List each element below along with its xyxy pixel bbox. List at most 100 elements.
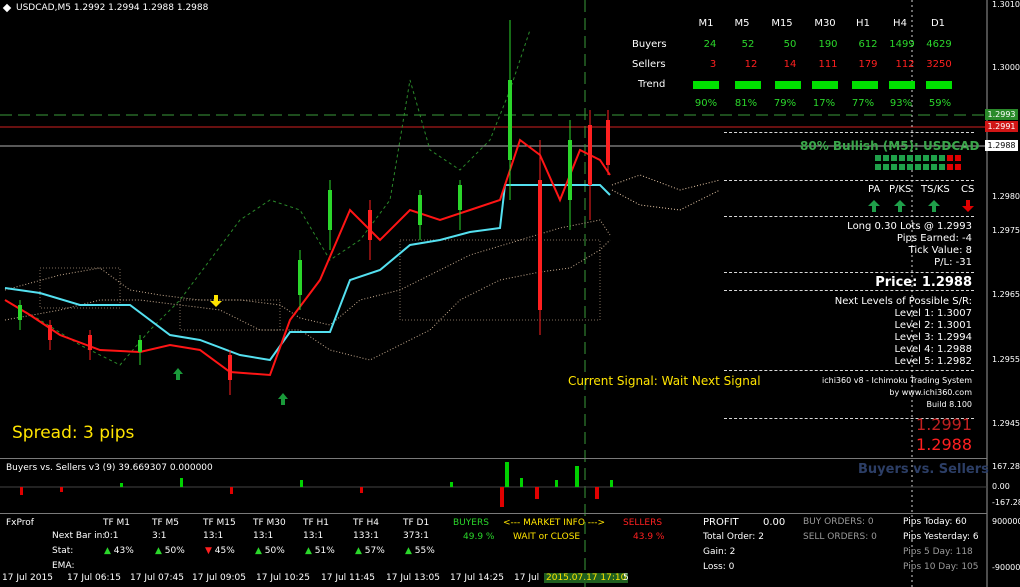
- sell-orders: SELL ORDERS: 0: [803, 532, 877, 542]
- tf-label: TF M15: [203, 518, 236, 528]
- tf-label: TF M1: [103, 518, 131, 528]
- fxprof-axis: -9000000: [992, 563, 1020, 572]
- time-axis-label: 17 Jul 13:05: [386, 573, 440, 583]
- level-item: Level 2: 1.3001: [894, 320, 972, 331]
- trend-bar: [812, 81, 838, 89]
- price-axis-label: 1.2945: [992, 419, 1020, 428]
- arrow-down-icon: ▼: [205, 546, 212, 556]
- level-item: Level 3: 1.2994: [894, 332, 972, 343]
- level-item: Level 1: 1.3007: [894, 308, 972, 319]
- buyers-value: 190: [818, 39, 838, 50]
- stat-value: ▲ 50%: [255, 546, 285, 556]
- system-site: by www.ichi360.com: [889, 388, 972, 397]
- current-price: Price: 1.2988: [875, 275, 972, 290]
- current-signal: Current Signal: Wait Next Signal: [568, 374, 761, 388]
- total-order: Total Order: 2: [703, 532, 764, 542]
- signal-label-pa: PA: [868, 184, 881, 195]
- levels-title: Next Levels of Possible S/R:: [834, 296, 972, 307]
- profit-label: PROFIT: [703, 517, 739, 528]
- buyers-value: 4629: [926, 39, 952, 50]
- pips-10-day: Pips 10 Day: 105: [903, 562, 979, 572]
- tf-label: TF H4: [353, 518, 380, 528]
- fxprof-axis: 9000000: [992, 517, 1020, 526]
- next-bar-value: 3:1: [152, 531, 167, 541]
- tf-header: H1: [856, 18, 870, 29]
- divider: [724, 272, 974, 273]
- sellers-label: Sellers: [632, 59, 666, 70]
- price-tag-bid: 1.2988: [985, 140, 1018, 151]
- sellers-value: 3250: [926, 59, 952, 70]
- price-axis-label: 1.3000: [992, 63, 1020, 72]
- buyers-label: Buyers: [632, 39, 667, 50]
- arrow-down-icon: [962, 200, 974, 212]
- sellers-percent: 43.9 %: [633, 532, 665, 542]
- tf-header: M1: [698, 18, 714, 29]
- divider: [724, 370, 974, 371]
- pips-yesterday: Pips Yesterday: 6: [903, 532, 979, 542]
- time-axis-label: 17 Jul 07:45: [130, 573, 184, 583]
- arrow-up-icon: ▲: [405, 546, 412, 556]
- stat-percent: 45%: [214, 546, 235, 556]
- indicator-watermark: Buyers vs. Sellers: [858, 462, 989, 477]
- tf-header: M15: [771, 18, 793, 29]
- trend-pct: 79%: [773, 98, 797, 109]
- trend-pct: 93%: [889, 98, 913, 109]
- tf-header: D1: [930, 18, 946, 29]
- chart-title: USDCAD,M5 1.2992 1.2994 1.2988 1.2988: [16, 3, 209, 13]
- trend-bar: [852, 81, 878, 89]
- arrow-up-icon: ▲: [305, 546, 312, 556]
- arrow-up-icon: [928, 200, 940, 212]
- stat-label: Stat:: [52, 546, 74, 556]
- trade-line: Long 0.30 Lots @ 1.2993: [847, 221, 972, 232]
- bid-price: 1.2988: [916, 435, 972, 454]
- fxprof-panel-top-border: [0, 513, 987, 514]
- arrow-up-icon: [894, 200, 906, 212]
- stat-percent: 55%: [414, 546, 435, 556]
- system-name: ichi360 v8 - Ichimoku Trading System: [822, 376, 972, 385]
- divider: [724, 180, 974, 181]
- wait-or-close: WAIT or CLOSE: [513, 532, 581, 542]
- time-axis-label: 17 Jul 11:45: [321, 573, 375, 583]
- next-bar-value: 0:1: [104, 531, 119, 541]
- arrow-up-icon: ▲: [255, 546, 262, 556]
- time-axis-label: 17 Jul 10:25: [256, 573, 310, 583]
- trend-bar: [693, 81, 719, 89]
- signal-arrows: [868, 200, 974, 212]
- profit-value: 0.00: [763, 517, 786, 528]
- time-axis-label: 17 Jul 2015: [2, 573, 53, 583]
- price-axis-label: 1.3010: [992, 0, 1020, 9]
- stat-value: ▲ 57%: [355, 546, 385, 556]
- stat-percent: 57%: [364, 546, 385, 556]
- stat-percent: 50%: [264, 546, 285, 556]
- ema-label: EMA:: [52, 561, 75, 571]
- arrow-up-icon: ▲: [355, 546, 362, 556]
- trend-bar: [926, 81, 952, 89]
- tf-header: M30: [814, 18, 836, 29]
- time-axis-label: 17 Jul 14:25: [450, 573, 504, 583]
- trend-pct: 59%: [928, 98, 952, 109]
- level-item: Level 4: 1.2988: [894, 344, 972, 355]
- stat-value: ▲ 50%: [155, 546, 185, 556]
- ask-price: 1.2991: [916, 415, 972, 434]
- indicator-panel-top-border: [0, 458, 987, 459]
- price-axis-label: 1.2980: [992, 192, 1020, 201]
- pips-today: Pips Today: 60: [903, 517, 967, 527]
- buyers-value: 50: [783, 39, 797, 50]
- signal-label-pks: P/KS: [889, 184, 912, 195]
- time-axis-label: 17 Jul 06:15: [67, 573, 121, 583]
- stat-value: ▲ 55%: [405, 546, 435, 556]
- trend-pct: 17%: [812, 98, 836, 109]
- divider: [724, 290, 974, 291]
- trade-line: Tick Value: 8: [908, 245, 972, 256]
- tf-header: H4: [893, 18, 907, 29]
- time-axis-label: 17 Jul 09:05: [192, 573, 246, 583]
- tf-label: TF M30: [253, 518, 286, 528]
- sellers-value: 3: [709, 59, 717, 70]
- indicator-axis-label: 167.2870: [992, 462, 1020, 471]
- stat-value: ▲ 43%: [104, 546, 134, 556]
- level-item: Level 5: 1.2982: [894, 356, 972, 367]
- buyers-value: 52: [741, 39, 755, 50]
- indicator-axis-label: -167.2870: [992, 498, 1020, 507]
- next-bar-value: 13:1: [203, 531, 224, 541]
- trend-pct: 81%: [734, 98, 758, 109]
